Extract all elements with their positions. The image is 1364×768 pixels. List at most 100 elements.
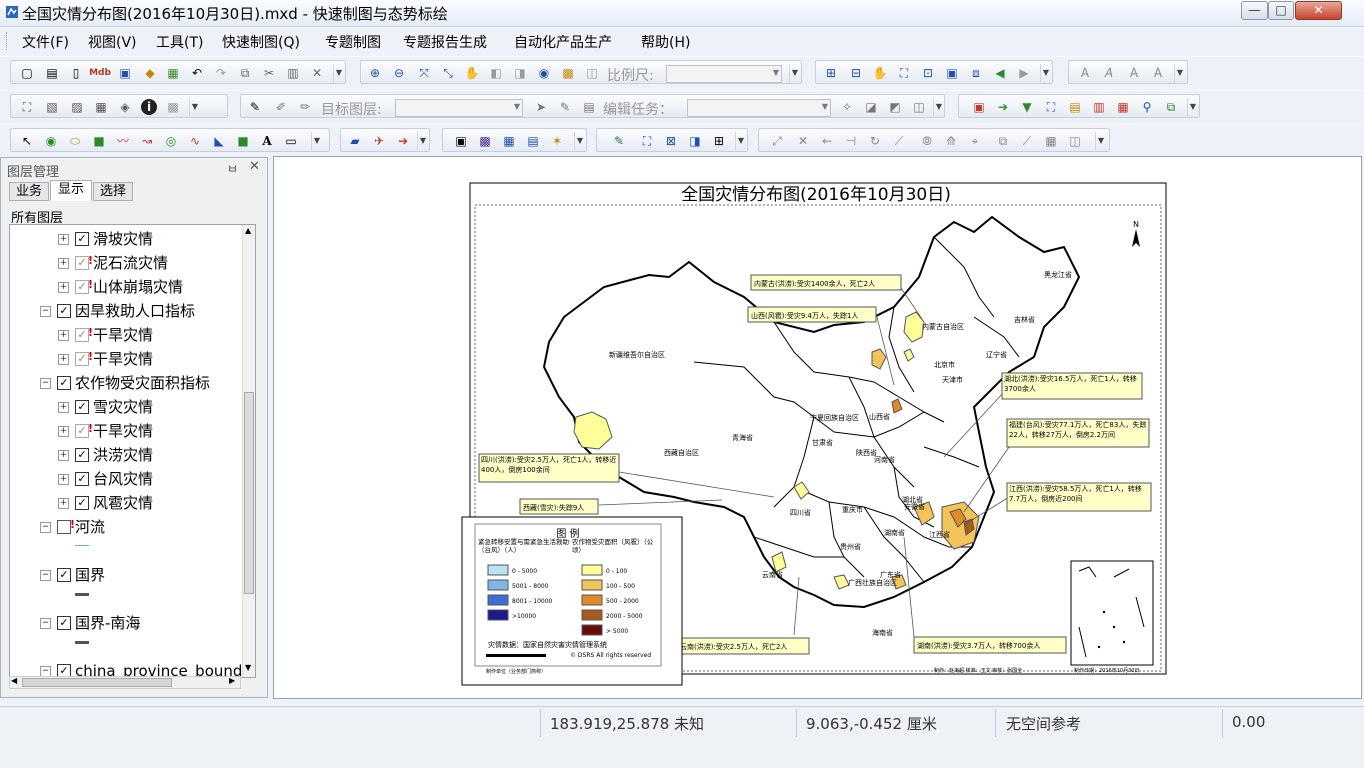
vertex-icon[interactable]: ✧ [839,99,855,115]
close-icon[interactable]: ✕ [249,159,260,174]
copy-parallel-icon[interactable]: ⧉ [995,133,1011,149]
expand-icon[interactable]: + [58,354,69,365]
layer-visibility-checkbox[interactable]: ✓ [75,448,89,462]
layout-zoom-out-icon[interactable]: ⊟ [848,65,864,81]
edit-vertices-icon[interactable]: ✎ [611,133,627,149]
info-icon[interactable]: i [141,99,157,115]
group-icon[interactable]: ⛶ [639,133,655,149]
maximize-button[interactable]: □ [1268,1,1294,20]
map-layout-view[interactable]: 全国灾情分布图(2016年10月30日) N 黑龙江省 吉林省 辽宁省 内蒙古自… [273,156,1362,699]
layer-visibility-checkbox[interactable]: ✓ [75,423,93,438]
chart-icon[interactable]: ▥ [1091,99,1107,115]
rectangle-icon[interactable]: ■ [91,133,107,149]
edit-task-combo[interactable] [687,99,831,117]
arrow-right-icon[interactable]: ➔ [395,133,411,149]
new-icon[interactable]: ▤ [44,65,60,81]
forward-icon[interactable]: ➔ [995,99,1011,115]
toolbar-options-icon[interactable]: ▼ [1040,64,1051,82]
toolbar-options-icon[interactable]: ▼ [933,98,944,116]
layer-visibility-checkbox[interactable]: ✓ [75,279,93,294]
text-style-4-icon[interactable]: A [1150,65,1166,81]
new-document-icon[interactable]: ▢ [19,65,35,81]
fixed-zoom-icon[interactable]: ⊡ [920,65,936,81]
zoom-in-icon[interactable]: ⊕ [367,65,383,81]
layer-visibility-checkbox[interactable]: ✓ [57,376,71,390]
marker-symbol-icon[interactable]: ▰ [347,133,363,149]
layers-icon[interactable]: ▩ [560,65,576,81]
sketch-tool-icon[interactable]: ✏ [297,99,313,115]
page-width-icon[interactable]: ⧈ [968,65,984,81]
expand-icon[interactable]: + [58,474,69,485]
layer-visibility-checkbox[interactable] [57,519,75,534]
insert-north-icon[interactable]: ✶ [549,133,565,149]
collapse-icon[interactable]: − [40,378,51,389]
expand-icon[interactable]: + [58,450,69,461]
menu-auto-production[interactable]: 自动化产品生产 [514,32,612,52]
generalize-icon[interactable]: ⦾ [919,133,935,149]
select-features-icon[interactable]: ⛶ [19,99,35,115]
expand-icon[interactable]: + [58,402,69,413]
scroll-thumb[interactable] [244,392,254,594]
fillet-icon[interactable]: ⟋ [891,133,907,149]
split-icon[interactable]: ◩ [887,99,903,115]
pan-icon[interactable]: ✋ [464,65,480,81]
layer-visibility-checkbox[interactable]: ✓ [75,351,93,366]
extend-icon[interactable]: ← [819,133,835,149]
fixed-zoom-out-icon[interactable]: ⤡ [440,65,456,81]
toolbar-options-icon[interactable]: ▼ [417,132,428,150]
layer-visibility-checkbox[interactable]: ✓ [57,616,71,630]
point-icon[interactable]: ◉ [43,133,59,149]
collapse-icon[interactable]: − [40,306,51,317]
measure-icon[interactable]: ◈ [117,99,133,115]
scroll-up-icon[interactable]: ▲ [245,226,251,235]
toolbar-options-icon[interactable]: ▼ [189,98,200,116]
paste-icon[interactable]: ▥ [285,65,301,81]
tab-business[interactable]: 业务 [9,182,49,201]
intersect-icon[interactable]: ✕ [795,133,811,149]
expand-icon[interactable]: + [58,282,69,293]
hyperlink-icon[interactable]: ▩ [165,99,181,115]
explode-icon[interactable]: ⟰ [943,133,959,149]
copy-icon[interactable]: ⧉ [237,65,253,81]
clear-selection-icon[interactable]: ▧ [44,99,60,115]
arrow-symbol-icon[interactable]: ✈ [371,133,387,149]
target-layer-combo[interactable] [395,99,523,117]
toolbar-options-icon[interactable]: ▼ [1174,64,1185,82]
text-style-3-icon[interactable]: A [1126,65,1142,81]
insert-frame-icon[interactable]: ▣ [453,133,469,149]
toolbar-options-icon[interactable]: ▼ [735,132,746,150]
zoom-100-icon[interactable]: ▣ [944,65,960,81]
pin-icon[interactable]: ㅂ [227,160,238,177]
toolbar-options-icon[interactable]: ▼ [333,64,344,82]
layer-properties-icon[interactable]: ⚲ [1139,99,1155,115]
square-icon[interactable]: ■ [235,133,251,149]
circle-icon[interactable]: ◎ [163,133,179,149]
connect-icon[interactable]: ⧉ [1163,99,1179,115]
insert-image-icon[interactable]: ▩ [477,133,493,149]
delete-icon[interactable]: ✕ [309,65,325,81]
line-icon[interactable]: ⊣ [843,133,859,149]
layer-visibility-checkbox[interactable]: ✓ [57,568,71,582]
grid-icon[interactable]: ▦ [1043,133,1059,149]
polygon-icon[interactable]: ◣ [211,133,227,149]
layer-visibility-checkbox[interactable]: ✓ [75,232,89,246]
menu-file[interactable]: 文件(F) [22,32,69,52]
add-data-icon[interactable]: ▦ [165,65,181,81]
tree-horizontal-scrollbar[interactable]: ◀ ▶ [9,676,241,689]
map-layout-canvas[interactable]: 全国灾情分布图(2016年10月30日) N 黑龙江省 吉林省 辽宁省 内蒙古自… [274,157,1362,699]
mdb-icon[interactable]: Mdb [89,65,111,81]
callout-icon[interactable]: ▭ [283,133,299,149]
menu-view[interactable]: 视图(V) [88,32,137,52]
layer-visibility-checkbox[interactable]: ✓ [75,472,89,486]
select-by-attribute-icon[interactable]: ▨ [69,99,85,115]
menu-quick-mapping[interactable]: 快速制图(Q) [222,32,300,52]
back-extent-icon[interactable]: ◧ [488,65,504,81]
report-icon[interactable]: ▤ [1067,99,1083,115]
close-button[interactable]: ✕ [1295,1,1342,20]
undo-icon[interactable]: ↶ [189,65,205,81]
funnel-icon[interactable]: ▼ [1019,99,1035,115]
scroll-down-icon[interactable]: ▼ [245,663,251,672]
table-icon[interactable]: ▦ [1115,99,1131,115]
ellipse-icon[interactable]: ⬭ [67,133,83,149]
redo-icon[interactable]: ↷ [213,65,229,81]
